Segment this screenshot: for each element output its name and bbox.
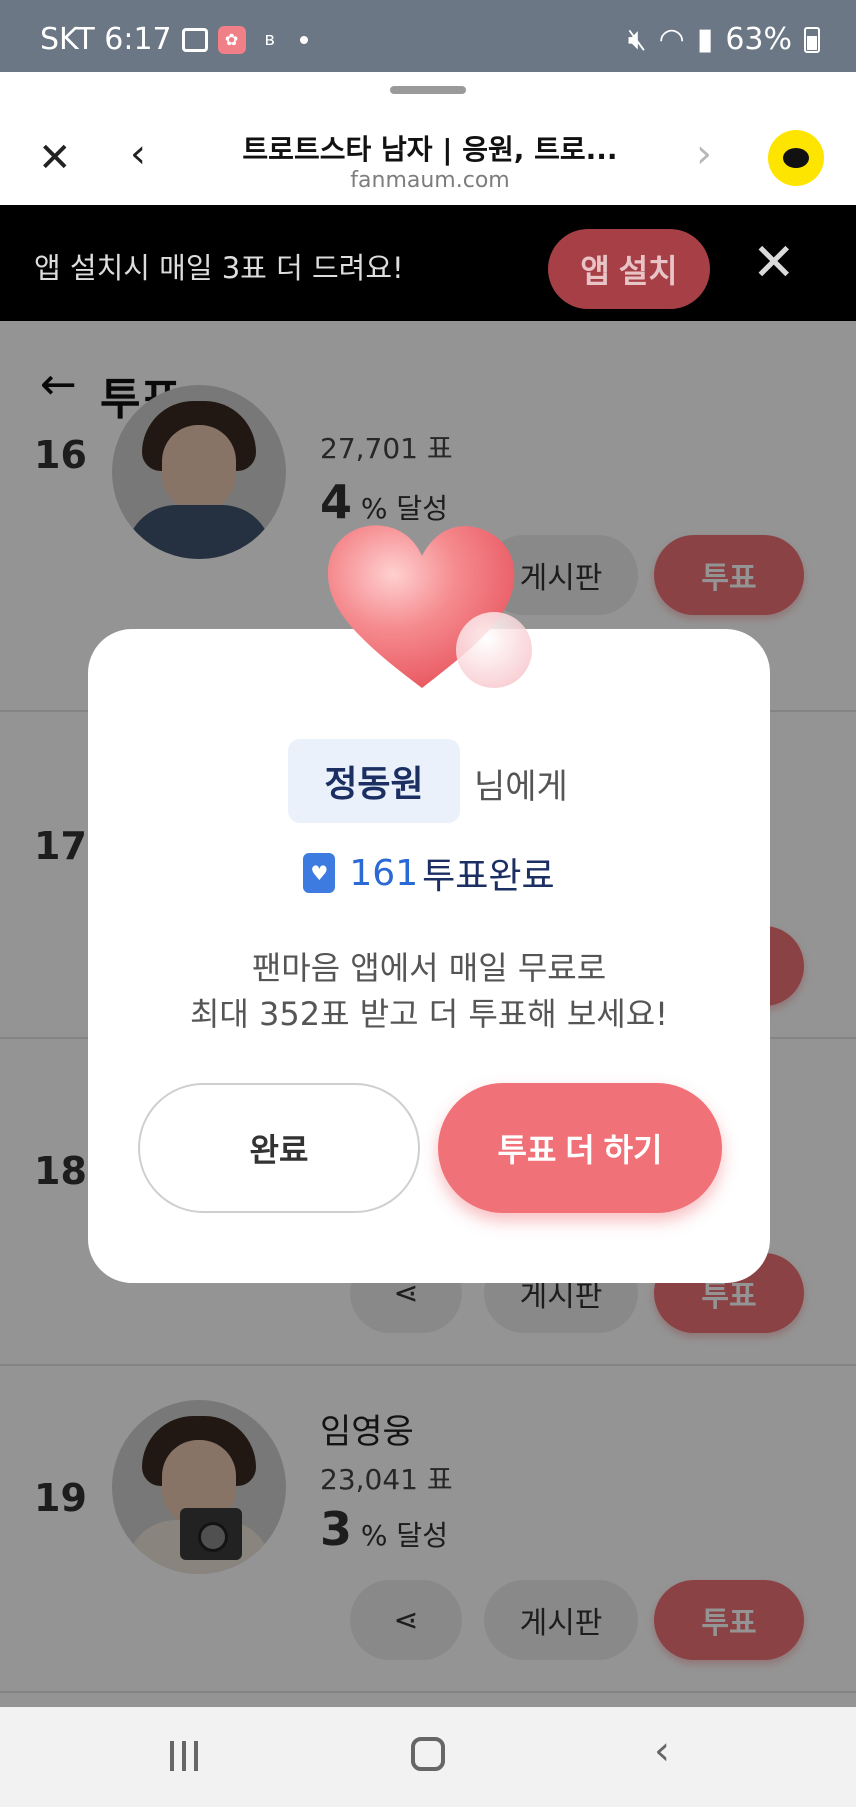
app-notification-icon: ✿: [217, 25, 246, 54]
dot-icon: [299, 35, 308, 44]
battery-icon: [804, 26, 820, 53]
home-icon[interactable]: [411, 1737, 445, 1771]
android-nav-bar: ‹: [0, 1707, 856, 1807]
close-icon[interactable]: ✕: [38, 138, 72, 178]
install-app-button[interactable]: 앱 설치: [548, 229, 710, 309]
name-suffix: 님에게: [474, 767, 568, 807]
wifi-icon: ◠: [658, 22, 685, 57]
promo-text: 팬마음 앱에서 매일 무료로 최대 352표 받고 더 투표해 보세요!: [189, 949, 669, 1033]
heart-badge-icon: ♥: [303, 853, 336, 893]
battery-percent: 63%: [725, 22, 792, 57]
banner-text: 앱 설치시 매일 3표 더 드려요!: [34, 251, 404, 285]
system-back-icon[interactable]: ‹: [654, 1731, 670, 1771]
status-bar: SKT 6:17 ✿ ʙ 🔇︎ ◠ ▮ 63%: [0, 0, 856, 72]
page-url: fanmaum.com: [350, 168, 510, 193]
mute-icon: 🔇︎: [627, 22, 647, 57]
page-title-bar: 트로트스타 남자 | 응원, 트로...: [242, 133, 618, 166]
forward-icon[interactable]: ›: [696, 134, 712, 174]
image-icon: [181, 27, 208, 52]
app-install-banner: 앱 설치시 매일 3표 더 드려요! 앱 설치 ✕: [0, 205, 856, 321]
vote-more-button[interactable]: 투표 더 하기: [438, 1083, 722, 1213]
browser-toolbar: ✕ ‹ 트로트스타 남자 | 응원, 트로... fanmaum.com ›: [0, 72, 856, 205]
sheet-handle[interactable]: [390, 86, 466, 94]
back-icon[interactable]: ‹: [130, 134, 146, 174]
heart-icon: [327, 525, 532, 688]
vote-complete-label: 투표완료: [422, 856, 555, 897]
candidate-name-chip: 정동원: [288, 739, 460, 823]
banner-close-icon[interactable]: ✕: [752, 237, 796, 289]
signal-icon: ▮: [696, 22, 714, 57]
b-app-icon: ʙ: [264, 29, 275, 50]
vote-complete-dialog: 정동원 님에게 ♥ 161 투표완료 팬마음 앱에서 매일 무료로 최대 352…: [88, 629, 770, 1283]
recents-icon[interactable]: [170, 1741, 198, 1771]
vote-complete-line: ♥ 161 투표완료: [88, 847, 770, 899]
carrier-time: SKT 6:17: [40, 22, 172, 57]
kakao-chat-icon[interactable]: [768, 130, 824, 186]
done-button[interactable]: 완료: [138, 1083, 420, 1213]
vote-count: 161: [349, 852, 419, 894]
